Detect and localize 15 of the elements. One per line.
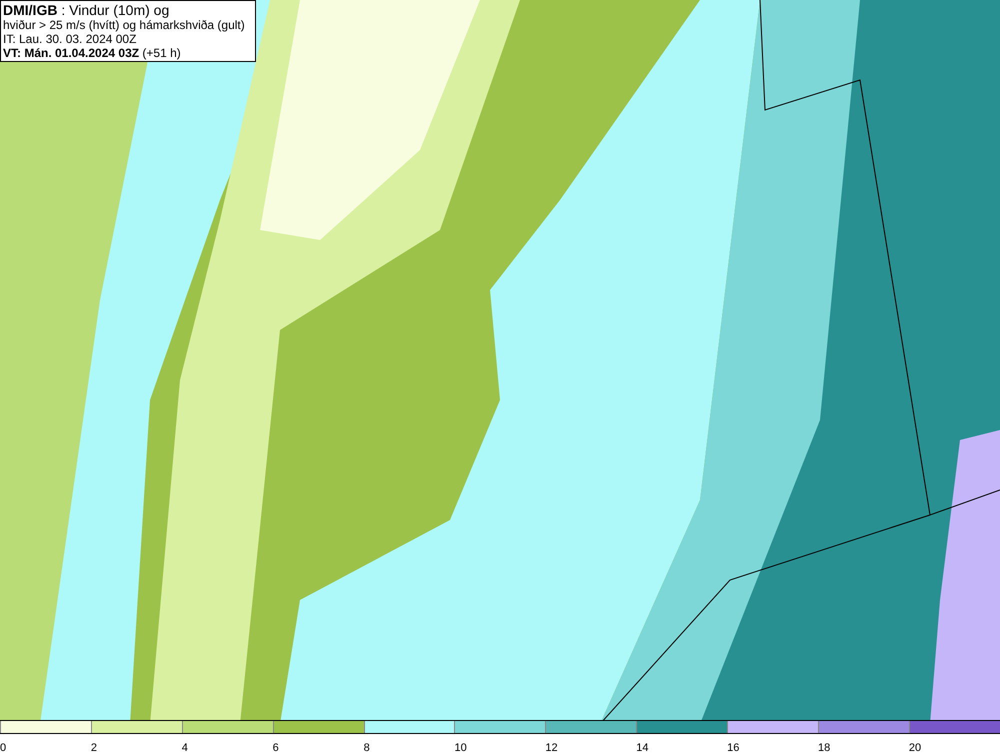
scale-label: 18 bbox=[818, 742, 830, 753]
scale-label: 16 bbox=[727, 742, 740, 753]
scale-label: 6 bbox=[272, 742, 279, 753]
scale-label: 12 bbox=[545, 742, 558, 753]
scale-label: 20 bbox=[908, 742, 922, 753]
title-line: IT: Lau. 30. 03. 2024 00Z bbox=[3, 32, 138, 46]
scale-label: 10 bbox=[454, 742, 467, 753]
scale-label: 2 bbox=[90, 742, 98, 753]
scale-label: 8 bbox=[364, 742, 370, 753]
scale-label: 14 bbox=[636, 742, 648, 753]
title-line: DMI/IGB : Vindur (10m) og bbox=[3, 2, 170, 18]
title-line: hviður > 25 m/s (hvítt) og hámarkshviða (gult) bbox=[3, 18, 246, 32]
scale-label: 4 bbox=[182, 742, 188, 753]
scale-label: 0 bbox=[0, 742, 6, 753]
title-line: VT: Mán. 01.04.2024 03Z (+51 h) bbox=[3, 46, 182, 60]
